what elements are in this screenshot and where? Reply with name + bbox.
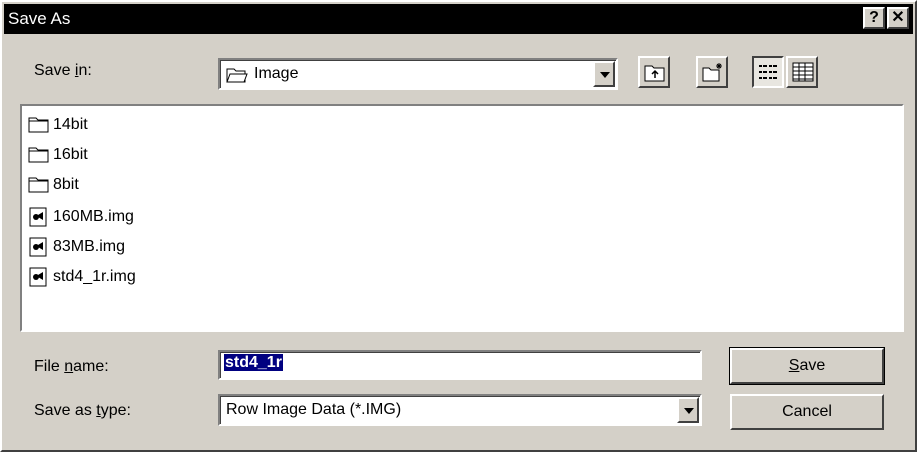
list-item[interactable]: 8bit [28,172,79,198]
folder-icon [28,115,50,135]
up-one-level-button[interactable] [638,56,670,88]
list-item-label: std4_1r.img [53,268,136,285]
save-in-dropdown-button[interactable] [593,61,615,87]
file-list[interactable]: 14bit 16bit 8bit 160MB.img 83MB.img std4… [20,104,904,332]
save-button[interactable]: Save [730,348,884,384]
chevron-down-icon [684,408,694,414]
save-as-type-value: Row Image Data (*.IMG) [226,401,402,418]
list-item-label: 83MB.img [53,238,126,255]
title-bar: Save As ? ✕ [4,4,913,34]
list-item-label: 16bit [53,146,88,163]
list-item[interactable]: 16bit [28,142,88,168]
save-in-label: Save in: [34,62,92,79]
save-as-type-label: Save as type: [34,402,131,419]
close-button[interactable]: ✕ [887,7,909,29]
file-icon [28,207,50,227]
folder-icon [28,145,50,165]
list-item[interactable]: 160MB.img [28,204,134,230]
list-item[interactable]: 83MB.img [28,234,125,260]
file-icon [28,237,50,257]
save-as-type-dropdown-button[interactable] [677,397,699,423]
list-item[interactable]: 14bit [28,112,88,138]
create-new-folder-icon [702,63,722,82]
help-button[interactable]: ? [863,7,885,29]
list-item-label: 14bit [53,116,88,133]
list-view-button[interactable] [752,56,784,88]
create-new-folder-button[interactable] [696,56,728,88]
save-as-type-dropdown[interactable]: Row Image Data (*.IMG) [218,394,702,426]
list-item-label: 160MB.img [53,208,134,225]
details-view-icon [792,62,814,82]
save-in-value: Image [254,65,299,82]
save-as-dialog: Save As ? ✕ Save in: Image 14bit 16bit 8… [0,0,917,452]
save-in-dropdown[interactable]: Image [218,58,618,90]
list-view-icon [759,65,777,79]
folder-icon [28,175,50,195]
up-one-level-icon [644,65,665,82]
list-item-label: 8bit [53,176,79,193]
file-name-label: File name: [34,358,109,375]
file-name-value: std4_1r [224,354,283,371]
file-name-input[interactable]: std4_1r [218,350,702,380]
chevron-down-icon [600,72,610,78]
window-title: Save As [8,9,71,28]
file-icon [28,267,50,287]
cancel-button[interactable]: Cancel [730,394,884,430]
open-folder-icon [226,66,248,88]
details-view-button[interactable] [786,56,818,88]
list-item[interactable]: std4_1r.img [28,264,136,290]
